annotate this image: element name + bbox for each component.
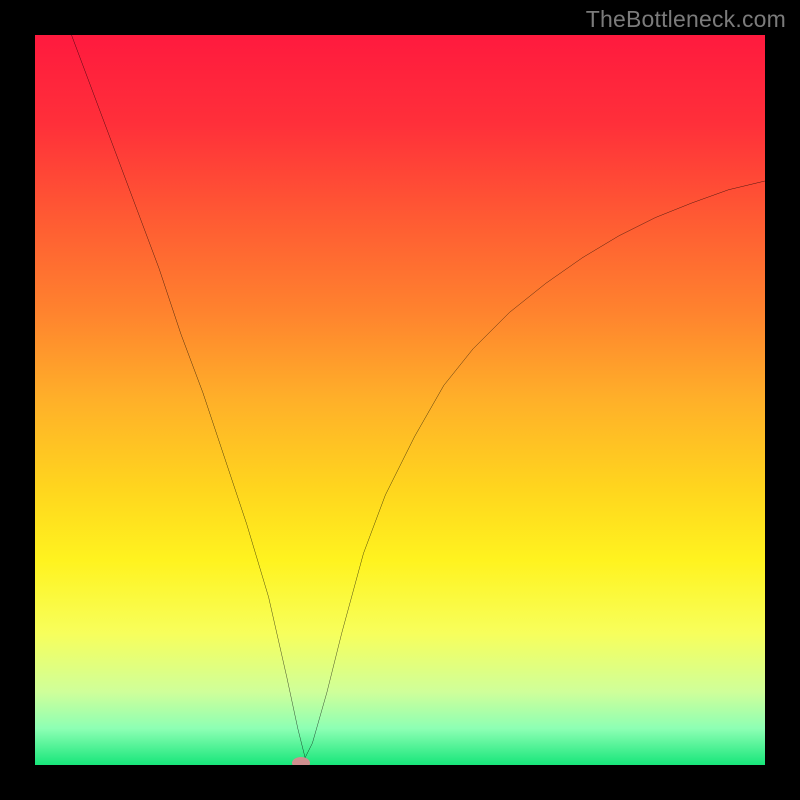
outer-black-frame: TheBottleneck.com bbox=[0, 0, 800, 800]
plot-area bbox=[35, 35, 765, 765]
bottleneck-curve bbox=[35, 35, 765, 765]
watermark-text: TheBottleneck.com bbox=[586, 6, 786, 33]
